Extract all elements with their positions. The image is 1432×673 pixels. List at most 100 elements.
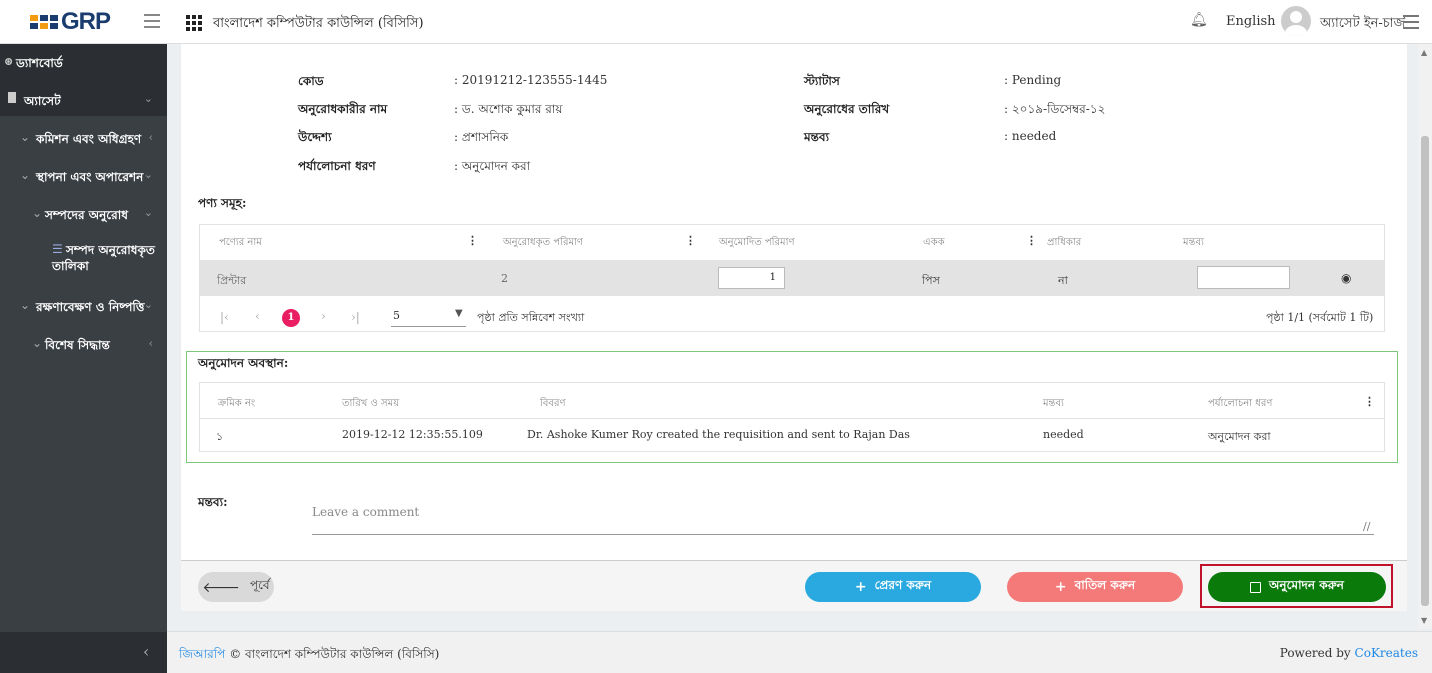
eye-icon[interactable]: ◉ xyxy=(1341,271,1351,285)
sidebar-item-requested-list[interactable]: ☰ সম্পদ অনুরোধকৃত তালিকা xyxy=(0,240,167,280)
per-page-select[interactable]: 5 xyxy=(393,309,400,322)
requester-label: অনুরোধকারীর নাম xyxy=(298,102,388,116)
review-type-value: : অনুমোদন করা xyxy=(454,159,531,173)
sidebar-collapse[interactable]: ‹ xyxy=(0,632,167,673)
col-description: বিবরণ xyxy=(540,398,566,409)
arrow-left-icon: 🡐 xyxy=(202,579,240,596)
previous-button[interactable]: 🡐 পূর্বে xyxy=(198,572,274,602)
save-icon xyxy=(1250,581,1262,593)
col-serial: ক্রমিক নং xyxy=(218,398,256,409)
chevron-down-icon: ⌄ xyxy=(143,92,153,105)
purpose-value: : প্রশাসনিক xyxy=(454,130,509,144)
sidebar-item-maintenance[interactable]: ⌄ রক্ষণাবেক্ষণ ও নিষ্পত্তি ⌄ xyxy=(0,292,167,320)
chevron-down-icon: ⌄ xyxy=(32,336,43,350)
bell-icon[interactable]: 🔔︎ xyxy=(1190,12,1208,28)
avatar[interactable] xyxy=(1281,6,1311,36)
sidebar-item-asset[interactable]: অ্যাসেট ⌄ xyxy=(0,81,167,116)
next-page-button[interactable]: › xyxy=(321,309,326,323)
scrollbar-thumb[interactable] xyxy=(1421,136,1429,606)
last-page-button[interactable]: ›| xyxy=(351,310,360,324)
product-name-cell: প্রিন্টার xyxy=(217,274,247,287)
requisition-card: কোড : 20191212-123555-1445 অনুরোধকারীর ন… xyxy=(181,44,1407,611)
scrollbar[interactable]: ▲ ▼ xyxy=(1418,44,1432,629)
code-value: : 20191212-123555-1445 xyxy=(454,73,608,87)
apps-grid-icon[interactable] xyxy=(186,15,202,31)
language-switch[interactable]: English xyxy=(1226,14,1276,29)
comment-underline xyxy=(312,534,1374,535)
products-title: পণ্য সমূহ: xyxy=(198,196,247,210)
chevron-down-icon: ⌄ xyxy=(143,168,153,181)
chevron-left-icon: ‹ xyxy=(143,642,150,661)
grp-link[interactable]: জিআরপি xyxy=(179,647,225,661)
priority-cell: না xyxy=(1058,274,1068,287)
divider xyxy=(181,560,1407,561)
review-type-cell: অনুমোদন করা xyxy=(1208,430,1271,443)
sidebar-item-special-decision[interactable]: ⌄ বিশেষ সিদ্ধান্ত ‹ xyxy=(0,330,167,358)
chevron-left-icon: ‹ xyxy=(148,131,153,144)
dropdown-arrow-icon[interactable]: ▼ xyxy=(455,308,463,319)
chevron-down-icon: ⌄ xyxy=(20,168,31,182)
description-cell: Dr. Ashoke Kumer Roy created the requisi… xyxy=(527,428,910,441)
request-date-label: অনুরোধের তারিখ xyxy=(804,102,890,116)
menu-icon[interactable] xyxy=(1403,15,1419,29)
footer: জিআরপি © বাংলাদেশ কম্পিউটার কাউন্সিল (বি… xyxy=(167,631,1432,673)
dashboard-icon: ⊛ xyxy=(4,55,14,68)
remark-cell: needed xyxy=(1043,428,1084,441)
grp-logo[interactable]: GRP xyxy=(30,8,111,36)
remark-value: : needed xyxy=(1004,129,1057,143)
scroll-up-icon[interactable]: ▲ xyxy=(1421,48,1427,57)
divider xyxy=(200,418,1384,419)
chevron-down-icon: ⌄ xyxy=(20,298,31,312)
asset-icon xyxy=(8,92,16,103)
col-priority: প্রাধিকার xyxy=(1047,237,1082,248)
remark-label: মন্তব্য xyxy=(804,130,830,144)
sidebar-item-commission[interactable]: ⌄ কমিশন এবং অধিগ্রহণ ‹ xyxy=(0,124,167,152)
page-1-button[interactable]: 1 xyxy=(282,309,300,327)
resize-handle-icon[interactable]: ∕∕ xyxy=(1363,520,1370,533)
cokreates-link[interactable]: CoKreates xyxy=(1355,646,1418,660)
per-page-label: পৃষ্ঠা প্রতি সন্নিবেশ সংখ্যা xyxy=(477,311,585,324)
page-summary: পৃষ্ঠা 1/1 (সর্বমোট 1 টি) xyxy=(1266,311,1374,324)
column-menu-icon[interactable]: ⋮ xyxy=(1026,234,1037,247)
chevron-down-icon: ⌄ xyxy=(143,298,153,311)
powered-by: Powered by CoKreates xyxy=(1279,646,1418,660)
plus-icon: + xyxy=(854,579,867,595)
sidebar: ⊛ ড্যাশবোর্ড অ্যাসেট ⌄ ⌄ কমিশন এবং অধিগ্… xyxy=(0,44,167,673)
column-menu-icon[interactable]: ⋮ xyxy=(1364,395,1375,408)
approval-title: অনুমোদন অবস্থান: xyxy=(198,356,289,370)
user-name[interactable]: অ্যাসেট ইন-চার্জ xyxy=(1320,14,1405,35)
plus-icon: + xyxy=(1054,579,1067,595)
first-page-button[interactable]: |‹ xyxy=(220,310,229,324)
sidebar-toggle-icon[interactable] xyxy=(144,14,160,28)
code-label: কোড xyxy=(298,74,324,88)
unit-cell: পিস xyxy=(922,274,940,287)
col-requested-qty: অনুরোধকৃত পরিমাণ xyxy=(503,237,583,248)
logo-text: GRP xyxy=(61,8,111,35)
footer-copyright: জিআরপি © বাংলাদেশ কম্পিউটার কাউন্সিল (বি… xyxy=(179,647,440,661)
request-date-value: : ২০১৯-ডিসেম্বর-১২ xyxy=(1004,102,1106,116)
sidebar-item-installation[interactable]: ⌄ স্থাপনা এবং অপারেশন ⌄ xyxy=(0,162,167,190)
organization-name: বাংলাদেশ কম্পিউটার কাউন্সিল (বিসিসি) xyxy=(213,16,424,31)
serial-cell: ১ xyxy=(216,430,224,443)
column-menu-icon[interactable]: ⋮ xyxy=(467,234,478,247)
status-value: : Pending xyxy=(1004,73,1062,87)
sidebar-item-dashboard[interactable]: ⊛ ড্যাশবোর্ড xyxy=(0,44,167,81)
send-button[interactable]: + প্রেরণ করুন xyxy=(805,572,981,602)
prev-page-button[interactable]: ‹ xyxy=(255,309,260,323)
comment-label: মন্তব্য: xyxy=(198,495,228,509)
logo-mark-icon xyxy=(30,15,58,29)
sidebar-item-asset-request[interactable]: ⌄ সম্পদের অনুরোধ ⌄ xyxy=(0,200,167,228)
approve-button[interactable]: অনুমোদন করুন xyxy=(1208,572,1386,602)
scroll-down-icon[interactable]: ▼ xyxy=(1421,616,1427,625)
review-type-label: পর্যালোচনা ধরণ xyxy=(298,159,376,173)
col-datetime: তারিখ ও সময় xyxy=(342,398,400,409)
column-menu-icon[interactable]: ⋮ xyxy=(685,234,696,247)
comment-textarea[interactable]: Leave a comment xyxy=(312,505,419,519)
per-page-underline xyxy=(391,326,466,327)
chevron-down-icon: ⌄ xyxy=(143,206,153,219)
approved-qty-input[interactable]: 1 xyxy=(718,267,785,289)
datetime-cell: 2019-12-12 12:35:55.109 xyxy=(342,428,483,441)
cancel-button[interactable]: + বাতিল করুন xyxy=(1007,572,1183,602)
top-bar: GRP বাংলাদেশ কম্পিউটার কাউন্সিল (বিসিসি)… xyxy=(0,0,1432,44)
comment-input[interactable] xyxy=(1197,266,1290,289)
